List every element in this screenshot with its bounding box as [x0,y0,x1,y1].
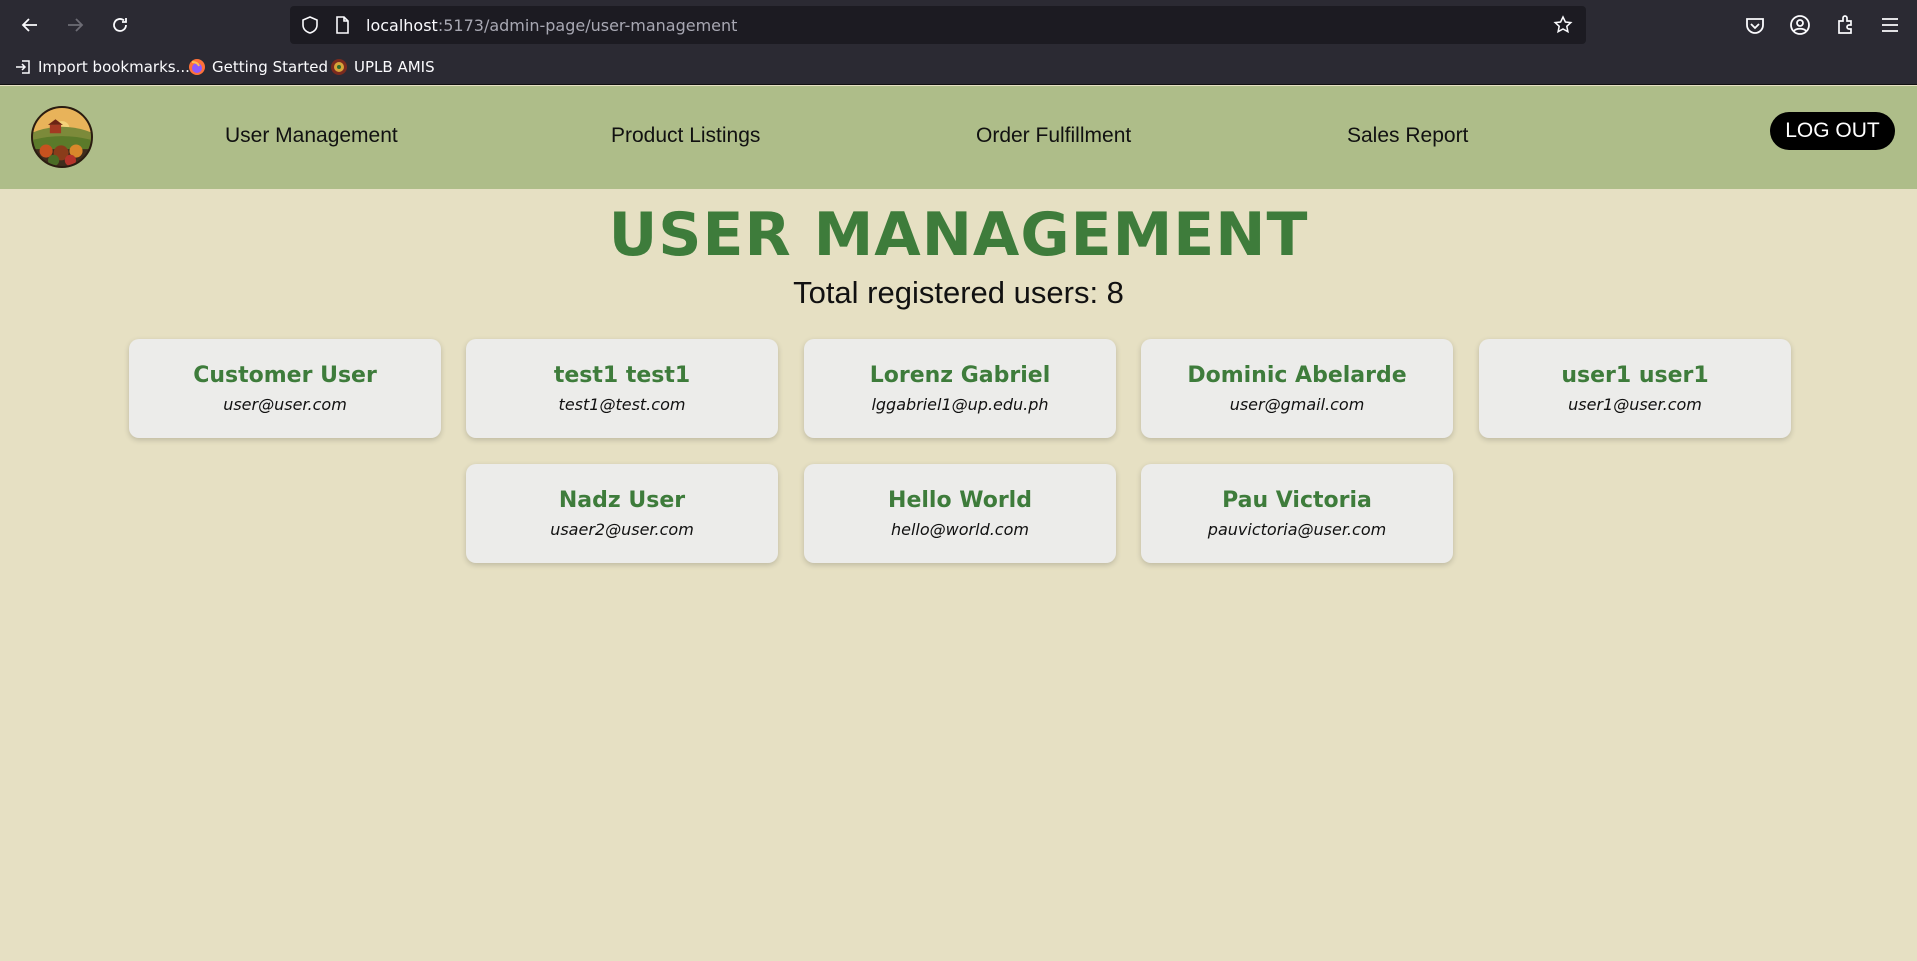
account-icon[interactable] [1788,13,1812,37]
user-card[interactable]: test1 test1 test1@test.com [466,339,778,438]
firefox-icon [189,59,205,75]
back-button[interactable] [15,10,45,40]
user-name: Dominic Abelarde [1187,363,1407,388]
user-email: usaer2@user.com [550,520,694,539]
user-card[interactable]: Pau Victoria pauvictoria@user.com [1141,464,1453,563]
user-email: user1@user.com [1568,395,1702,414]
uplb-icon [331,59,347,75]
reload-icon [113,18,127,32]
bookmark-label: Getting Started [212,58,328,76]
browser-toolbar: localhost:5173/admin-page/user-managemen… [0,0,1917,50]
user-email: pauvictoria@user.com [1207,520,1387,539]
import-icon [16,60,30,74]
bookmark-getting-started[interactable]: Getting Started [188,57,328,77]
bookmark-star-icon[interactable] [1553,15,1573,35]
user-card[interactable]: Hello World hello@world.com [804,464,1116,563]
page-icon [336,16,349,34]
user-name: Nadz User [558,488,686,513]
nav-product-listings[interactable]: Product Listings [611,124,760,148]
forward-arrow-icon [68,18,84,32]
user-card[interactable]: Dominic Abelarde user@gmail.com [1141,339,1453,438]
menu-icon[interactable] [1878,13,1902,37]
nav-order-fulfillment[interactable]: Order Fulfillment [976,124,1131,148]
user-card[interactable]: user1 user1 user1@user.com [1479,339,1791,438]
user-card[interactable]: Nadz User usaer2@user.com [466,464,778,563]
user-name: Pau Victoria [1222,488,1372,513]
reload-button[interactable] [105,10,135,40]
user-email: test1@test.com [558,395,686,414]
user-name: Customer User [193,363,377,388]
url-bar[interactable]: localhost:5173/admin-page/user-managemen… [290,6,1586,44]
logout-button[interactable]: LOG OUT [1770,112,1895,150]
user-email: lggabriel1@up.edu.ph [871,395,1049,414]
bookmark-import[interactable]: Import bookmarks... [14,57,190,77]
nav-user-management[interactable]: User Management [225,124,398,148]
farm-logo-icon [33,108,91,166]
app-navbar: User Management Product Listings Order F… [0,86,1917,189]
url-path: :5173/admin-page/user-management [437,16,738,35]
page-title: USER MANAGEMENT [608,200,1309,270]
pocket-icon[interactable] [1743,13,1767,37]
user-email: user@user.com [223,395,347,414]
bookmark-uplb-amis[interactable]: UPLB AMIS [330,57,435,77]
farm-logo[interactable] [31,106,93,168]
total-users-count: Total registered users: 8 [793,275,1124,310]
user-name: Lorenz Gabriel [869,363,1051,388]
url-host: localhost [366,16,438,35]
url-text[interactable]: localhost:5173/admin-page/user-managemen… [366,16,737,35]
user-email: hello@world.com [891,520,1029,539]
bookmarks-bar: Import bookmarks... Getting Started UPLB… [0,50,1917,85]
user-email: user@gmail.com [1229,395,1365,414]
bookmark-label: UPLB AMIS [354,58,435,76]
nav-sales-report[interactable]: Sales Report [1347,124,1468,148]
extensions-icon[interactable] [1833,13,1857,37]
user-card[interactable]: Lorenz Gabriel lggabriel1@up.edu.ph [804,339,1116,438]
user-name: Hello World [888,488,1032,513]
shield-icon[interactable] [300,15,320,35]
back-arrow-icon [21,18,37,32]
user-card[interactable]: Customer User user@user.com [129,339,441,438]
user-name: test1 test1 [553,363,691,388]
bookmark-label: Import bookmarks... [38,58,190,76]
forward-button[interactable] [60,10,90,40]
user-name: user1 user1 [1561,363,1709,388]
